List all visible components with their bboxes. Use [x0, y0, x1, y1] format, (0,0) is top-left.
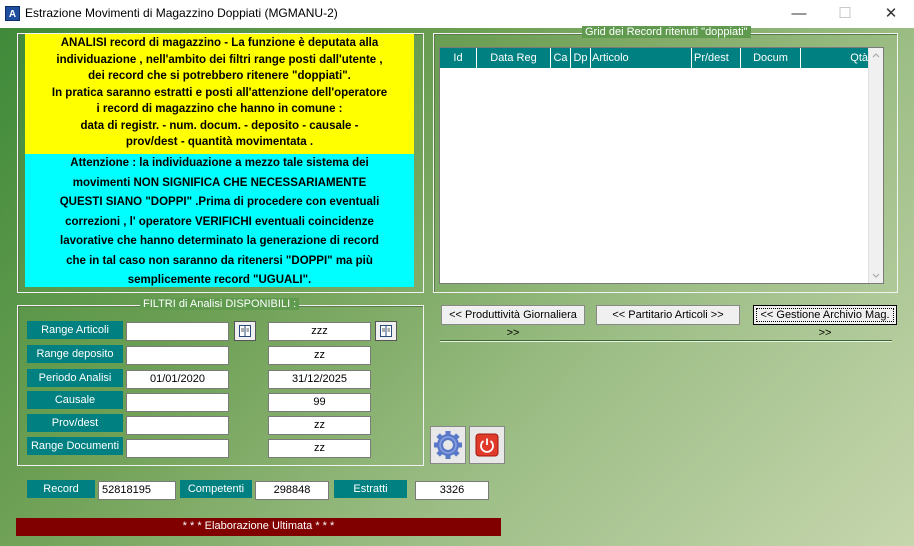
estratti-label: Estratti — [334, 480, 407, 498]
warning-note: Attenzione : la individuazione a mezzo t… — [25, 154, 414, 287]
grid-header: Id Data Reg Ca Dp Articolo Pr/dest Docum… — [440, 48, 870, 68]
yellow-line: In pratica saranno estratti e posti all'… — [51, 86, 388, 99]
gear-icon — [434, 431, 462, 459]
app-icon: A — [5, 6, 20, 21]
yellow-line: individuazione , nell'ambito dei filtri … — [56, 53, 383, 66]
prov-dest-from-input[interactable] — [126, 416, 229, 435]
book-icon — [380, 325, 392, 337]
col-qta[interactable]: Qtà — [801, 48, 870, 68]
articoli-from-lookup-button[interactable] — [234, 321, 256, 341]
maximize-button[interactable]: ☐ — [822, 0, 868, 28]
partitario-articoli-button[interactable]: << Partitario Articoli >> — [596, 305, 740, 325]
cyan-line: che in tal caso non saranno da ritenersi… — [66, 254, 373, 267]
prov-dest-label: Prov/dest — [27, 414, 123, 432]
causale-to-input[interactable]: 99 — [268, 393, 371, 412]
col-id[interactable]: Id — [440, 48, 477, 68]
cyan-line: QUESTI SIANO "DOPPI" .Prima di procedere… — [59, 196, 380, 208]
causale-from-input[interactable] — [126, 393, 229, 412]
col-docum[interactable]: Docum — [741, 48, 801, 68]
col-articolo[interactable]: Articolo — [591, 48, 692, 68]
yellow-line: data di registr. - num. docum. - deposit… — [80, 119, 359, 132]
status-bar: * * * Elaborazione Ultimata * * * — [16, 518, 501, 536]
yellow-line: i record di magazzino che hanno in comun… — [96, 103, 343, 115]
range-articoli-to-input[interactable]: zzz — [268, 322, 371, 341]
range-documenti-label: Range Documenti — [27, 437, 123, 455]
range-deposito-from-input[interactable] — [126, 346, 229, 365]
record-label: Record — [27, 480, 95, 498]
col-ca[interactable]: Ca — [551, 48, 571, 68]
competenti-label: Competenti — [180, 480, 252, 498]
yellow-line: ANALISI record di magazzino - La funzion… — [60, 37, 379, 49]
col-data-reg[interactable]: Data Reg — [477, 48, 551, 68]
range-deposito-to-input[interactable]: zz — [268, 346, 371, 365]
periodo-analisi-from-input[interactable]: 01/01/2020 — [126, 370, 229, 389]
book-icon — [239, 325, 251, 337]
analysis-description: ANALISI record di magazzino - La funzion… — [25, 34, 414, 154]
grid-legend: Grid dei Record ritenuti "doppiati" — [582, 26, 751, 38]
duplicates-grid[interactable]: Id Data Reg Ca Dp Articolo Pr/dest Docum… — [439, 47, 884, 284]
range-deposito-label: Range deposito — [27, 345, 123, 363]
cyan-line: correzioni , l' operatore VERIFICHI even… — [65, 215, 374, 228]
col-pr-dest[interactable]: Pr/dest — [692, 48, 741, 68]
competenti-count-field: 298848 — [255, 481, 329, 500]
cyan-line: semplicemente record "UGUALI". — [127, 274, 312, 286]
gestione-archivio-button[interactable]: << Gestione Archivio Mag. >> — [753, 305, 897, 339]
exit-button[interactable] — [469, 426, 505, 464]
causale-label: Causale — [27, 391, 123, 409]
scroll-arrows-icon — [872, 53, 880, 278]
articoli-to-lookup-button[interactable] — [375, 321, 397, 341]
prov-dest-to-input[interactable]: zz — [268, 416, 371, 435]
cyan-line: lavorative che hanno determinato la gene… — [60, 235, 379, 247]
cyan-line: movimenti NON SIGNIFICA CHE NECESSARIAME… — [72, 176, 367, 189]
yellow-line: prov/dest - quantità movimentata . — [125, 136, 314, 148]
cyan-line: Attenzione : la individuazione a mezzo t… — [70, 157, 369, 169]
grid-vertical-scrollbar[interactable] — [868, 48, 883, 283]
range-articoli-from-input[interactable] — [126, 322, 229, 341]
col-dp[interactable]: Dp — [571, 48, 591, 68]
periodo-analisi-to-input[interactable]: 31/12/2025 — [268, 370, 371, 389]
range-articoli-label: Range Articoli — [27, 321, 123, 339]
record-count-field: 52818195 — [98, 481, 176, 500]
range-documenti-from-input[interactable] — [126, 439, 229, 458]
separator-line — [440, 340, 892, 341]
power-icon — [475, 433, 499, 457]
run-analysis-button[interactable] — [430, 426, 466, 464]
yellow-line: dei record che si potrebbero ritenere "d… — [88, 70, 351, 82]
title-bar: A Estrazione Movimenti di Magazzino Dopp… — [0, 0, 914, 28]
minimize-button[interactable]: — — [776, 0, 822, 28]
produttivita-giornaliera-button[interactable]: << Produttività Giornaliera >> — [441, 305, 585, 339]
periodo-analisi-label: Periodo Analisi — [27, 369, 123, 387]
window-title: Estrazione Movimenti di Magazzino Doppia… — [25, 6, 338, 20]
close-button[interactable]: ✕ — [868, 0, 914, 28]
estratti-count-field: 3326 — [415, 481, 489, 500]
filters-legend: FILTRI di Analisi DISPONIBILI : — [140, 298, 300, 310]
range-documenti-to-input[interactable]: zz — [268, 439, 371, 458]
